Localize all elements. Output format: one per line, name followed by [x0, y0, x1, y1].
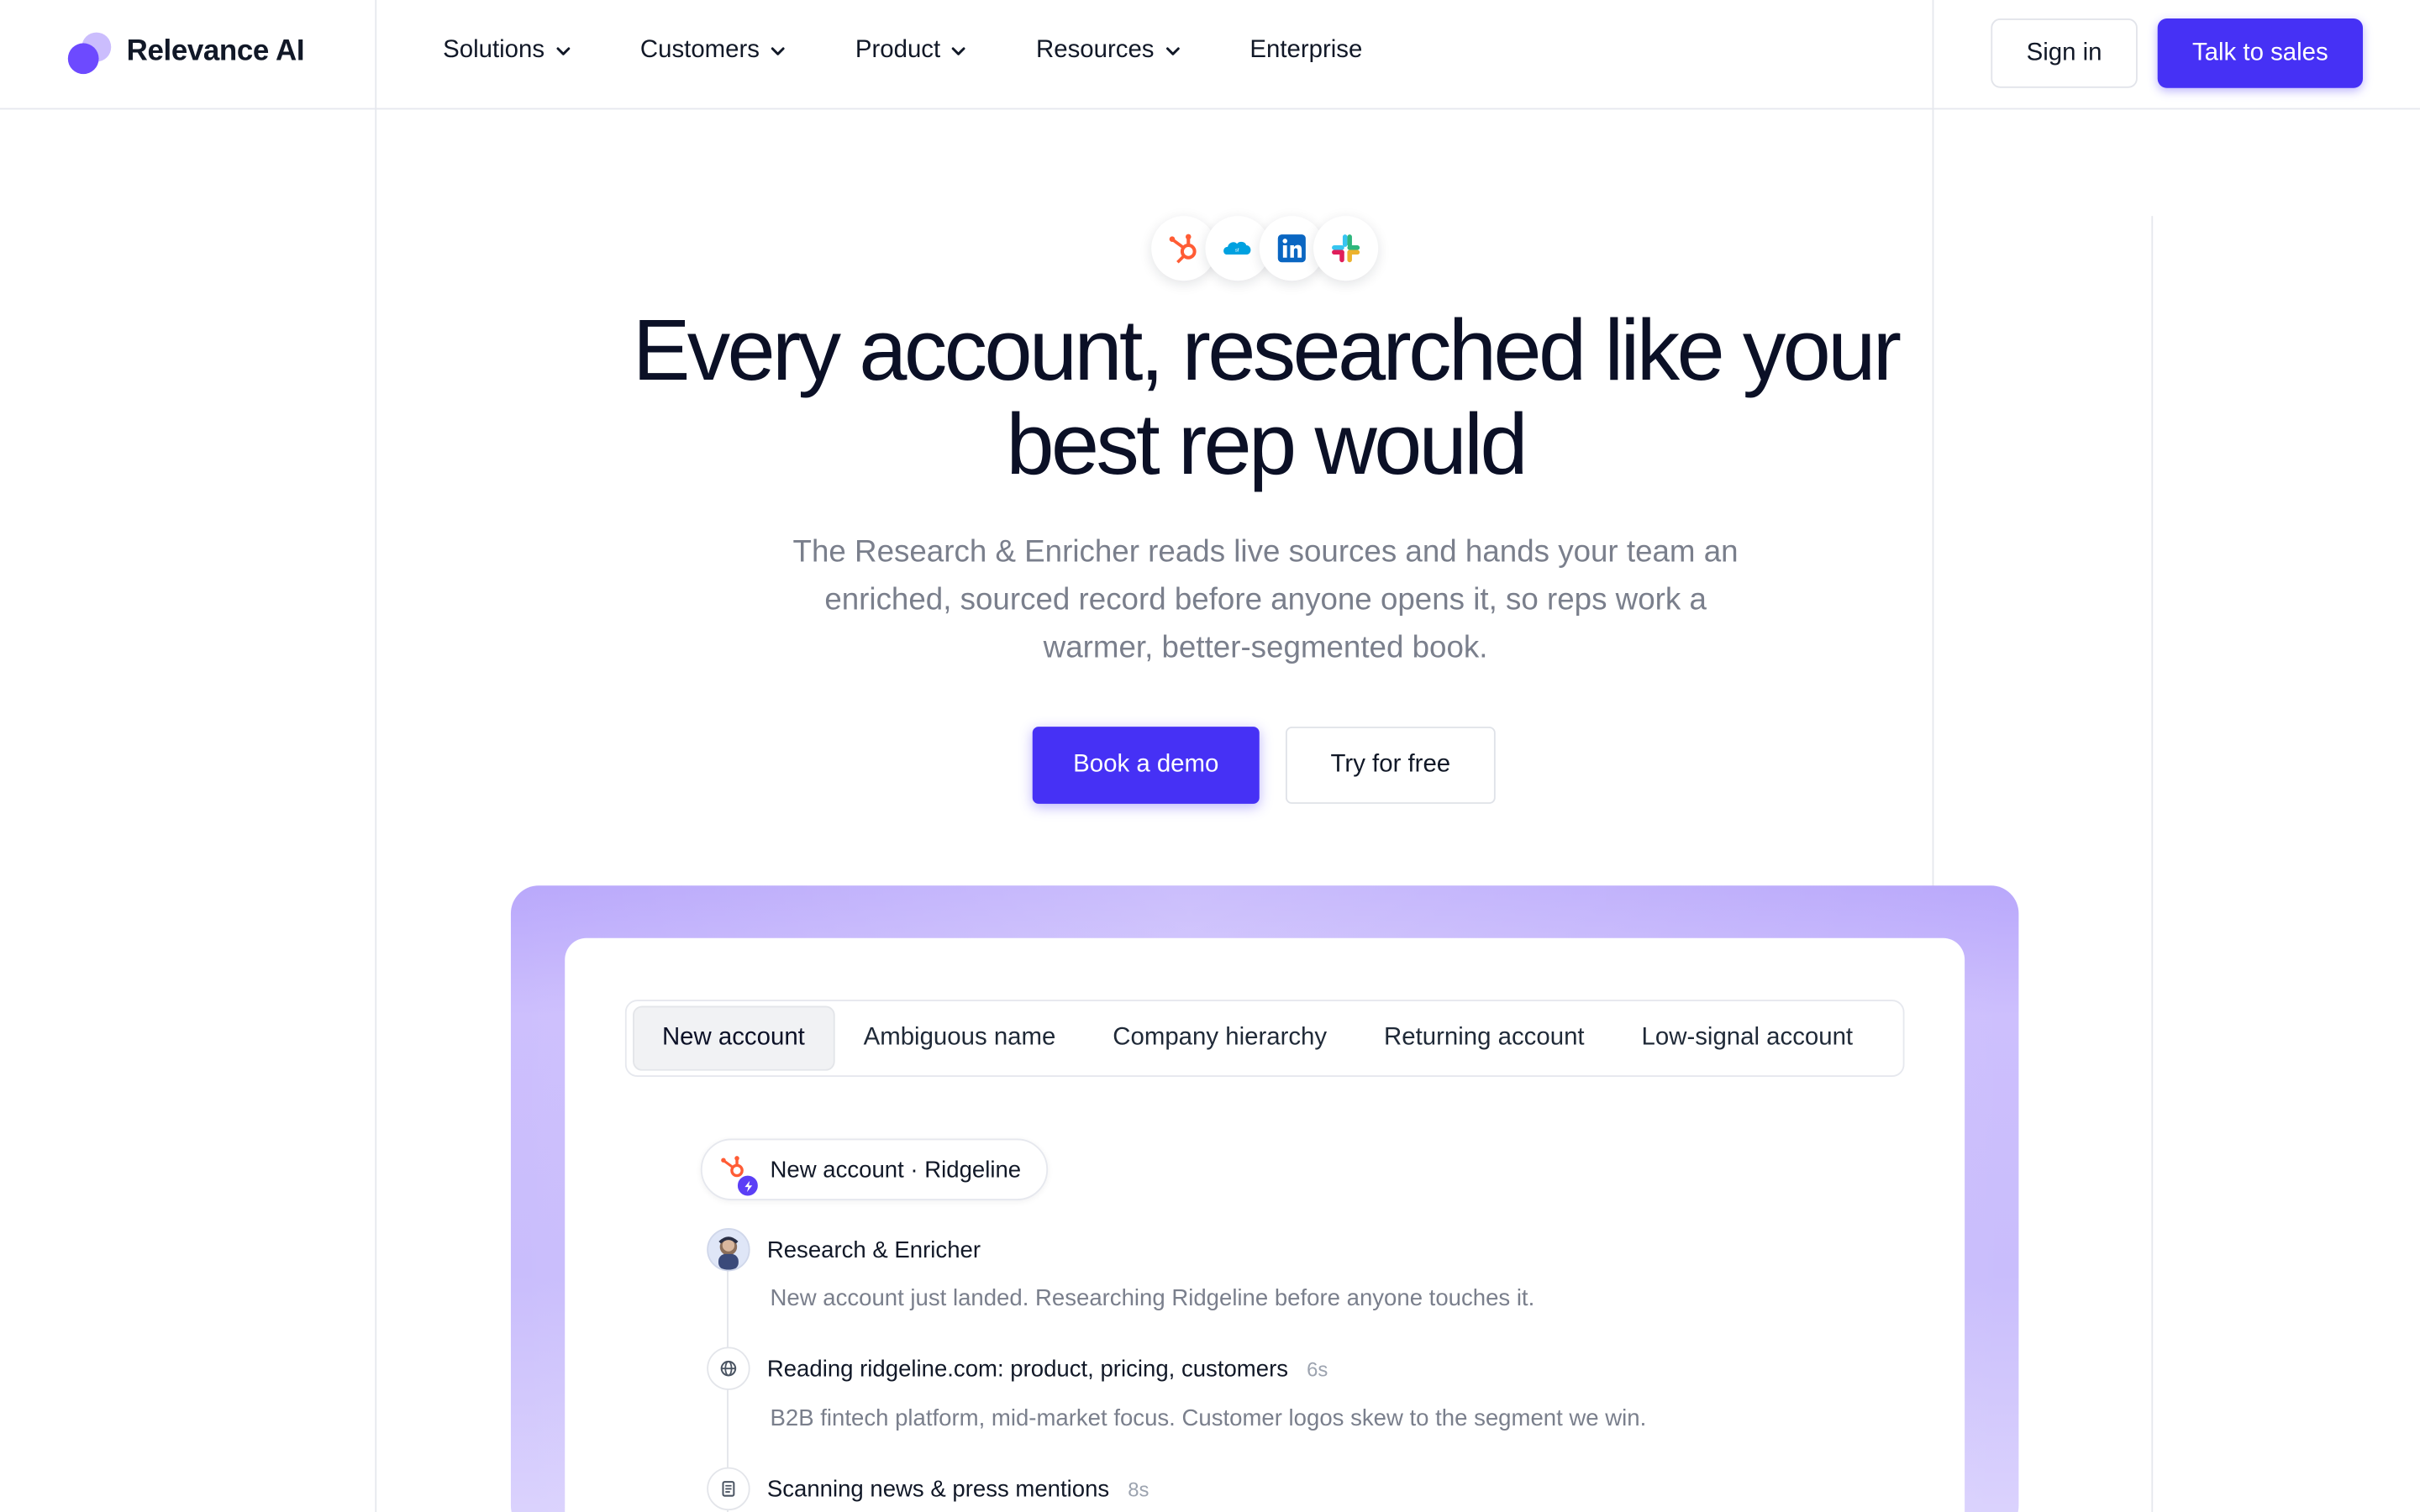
grid-line-right	[1932, 0, 1934, 888]
brand-name: Relevance AI	[126, 35, 305, 68]
nav-label: Customers	[639, 37, 760, 64]
globe-icon	[707, 1347, 750, 1390]
tab-new-account[interactable]: New account	[633, 1005, 834, 1071]
step-item: Reading ridgeline.com: product, pricing,…	[707, 1347, 1328, 1390]
nav-customers[interactable]: Customers	[640, 37, 787, 65]
step-title: Reading ridgeline.com: product, pricing,…	[766, 1355, 1289, 1382]
hero-title: Every account, researched like your best…	[632, 301, 1902, 492]
newspaper-icon	[707, 1467, 750, 1511]
nav-resources[interactable]: Resources	[1036, 37, 1182, 65]
chevron-down-icon	[1165, 47, 1180, 55]
main-nav: Solutions Customers Product Resources En…	[443, 37, 1430, 65]
tab-returning-account[interactable]: Returning account	[1356, 1006, 1612, 1071]
agent-avatar	[707, 1228, 750, 1272]
step-description: B2B fintech platform, mid-market focus. …	[770, 1405, 1647, 1432]
tab-low-signal-account[interactable]: Low-signal account	[1613, 1006, 1881, 1071]
grid-line-left	[375, 0, 377, 1512]
integration-icons: sf	[1151, 216, 1379, 281]
scenario-tabs: New account Ambiguous name Company hiera…	[624, 1000, 1905, 1078]
step-time: 6s	[1307, 1357, 1328, 1380]
logo-icon	[67, 31, 112, 75]
tab-ambiguous-name[interactable]: Ambiguous name	[836, 1006, 1084, 1071]
brand-logo[interactable]: Relevance AI	[67, 31, 305, 75]
talk-to-sales-button[interactable]: Talk to sales	[2157, 18, 2363, 88]
nav-label: Solutions	[443, 37, 545, 64]
nav-product[interactable]: Product	[855, 37, 968, 65]
hero-subtitle: The Research & Enricher reads live sourc…	[792, 535, 1739, 665]
svg-text:sf: sf	[1235, 249, 1239, 254]
agent-header: Research & Enricher	[707, 1228, 981, 1272]
lightning-icon	[736, 1173, 760, 1198]
book-demo-button[interactable]: Book a demo	[1032, 727, 1260, 804]
grid-line-far-right	[2151, 216, 2154, 1512]
step-time: 8s	[1128, 1477, 1150, 1501]
nav-label: Resources	[1036, 37, 1155, 64]
slack-icon	[1313, 216, 1379, 281]
chevron-down-icon	[952, 47, 966, 55]
step-item: Scanning news & press mentions 8s	[707, 1467, 1150, 1511]
nav-label: Product	[855, 37, 941, 64]
hubspot-icon	[718, 1152, 760, 1198]
trigger-pill: New account · Ridgeline	[700, 1138, 1048, 1200]
trigger-label: New account · Ridgeline	[770, 1156, 1022, 1183]
nav-label: Enterprise	[1249, 37, 1363, 64]
agent-message: New account just landed. Researching Rid…	[770, 1284, 1535, 1312]
nav-enterprise[interactable]: Enterprise	[1249, 37, 1362, 65]
chevron-down-icon	[771, 47, 785, 55]
step-title: Scanning news & press mentions	[766, 1475, 1110, 1503]
agent-name: Research & Enricher	[766, 1236, 981, 1263]
try-free-button[interactable]: Try for free	[1285, 727, 1496, 804]
header-divider	[0, 108, 2420, 110]
sign-in-button[interactable]: Sign in	[1991, 18, 2138, 88]
chevron-down-icon	[556, 47, 570, 55]
nav-solutions[interactable]: Solutions	[443, 37, 572, 65]
tab-company-hierarchy[interactable]: Company hierarchy	[1085, 1006, 1355, 1071]
